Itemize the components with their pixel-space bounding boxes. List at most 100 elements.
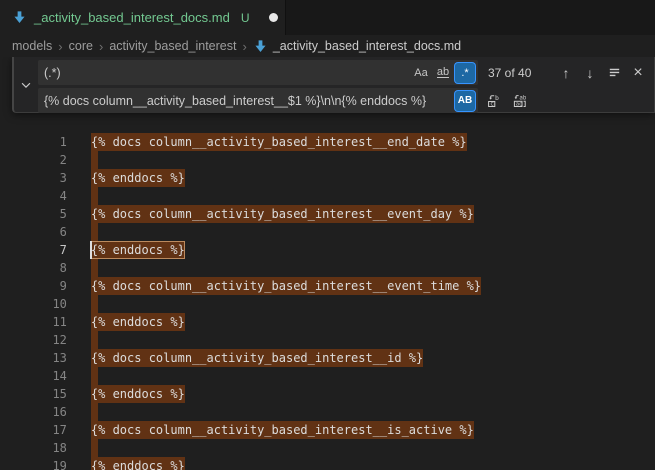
markdown-icon: [253, 39, 268, 54]
line-number: 1: [29, 133, 67, 151]
line-number: 16: [29, 403, 67, 421]
find-match-highlight: [91, 331, 98, 349]
code-text: [91, 223, 98, 241]
breadcrumb: models › core › activity_based_interest …: [0, 35, 655, 57]
code-line[interactable]: 1{% docs column__activity_based_interest…: [0, 115, 655, 133]
find-match-highlight: {% docs column__activity_based_interest_…: [91, 205, 474, 223]
breadcrumb-item-core[interactable]: core: [69, 39, 93, 53]
find-match-highlight: [91, 367, 98, 385]
line-number: 9: [29, 277, 67, 295]
code-text: {% docs column__activity_based_interest_…: [91, 277, 481, 295]
find-match-highlight: {% docs column__activity_based_interest_…: [91, 133, 467, 151]
code-line[interactable]: 15{% enddocs %}: [0, 367, 655, 385]
find-match-highlight: {% docs column__activity_based_interest_…: [91, 277, 481, 295]
find-match-highlight: [91, 223, 98, 241]
find-match-highlight: {% enddocs %}: [91, 241, 185, 259]
code-text: [91, 403, 98, 421]
find-match-highlight: [91, 295, 98, 313]
line-number: 6: [29, 223, 67, 241]
code-text: [91, 151, 98, 169]
breadcrumb-separator-icon: ›: [98, 39, 104, 54]
code-text: [91, 295, 98, 313]
code-text: {% docs column__activity_based_interest_…: [91, 133, 467, 151]
code-text: {% enddocs %}: [91, 313, 185, 331]
modified-dot-icon[interactable]: [269, 13, 278, 22]
line-number: 12: [29, 331, 67, 349]
breadcrumb-item-file[interactable]: _activity_based_interest_docs.md: [253, 39, 461, 54]
match-case-toggle[interactable]: Aa: [411, 63, 431, 83]
git-status-badge: U: [241, 11, 250, 25]
next-match-button[interactable]: ↓: [580, 63, 600, 83]
line-number: 2: [29, 151, 67, 169]
svg-text:c: c: [490, 100, 494, 107]
find-match-highlight: {% docs column__activity_based_interest_…: [91, 421, 474, 439]
line-number: 13: [29, 349, 67, 367]
replace-icon: b c: [486, 93, 502, 109]
line-number: 15: [29, 385, 67, 403]
breadcrumb-separator-icon: ›: [57, 39, 63, 54]
code-line[interactable]: 11{% enddocs %}: [0, 295, 655, 313]
breadcrumb-item-models[interactable]: models: [12, 39, 52, 53]
svg-text:ac: ac: [516, 101, 523, 107]
line-number: 11: [29, 313, 67, 331]
tab-title: _activity_based_interest_docs.md: [34, 10, 230, 25]
find-match-highlight: [91, 151, 98, 169]
editor-pane[interactable]: Aa ab .* 37 of 40 ↑ ↓: [0, 57, 655, 470]
code-line[interactable]: 3{% enddocs %}: [0, 151, 655, 169]
code-text: [91, 259, 98, 277]
breadcrumb-separator-icon: ›: [241, 39, 247, 54]
find-match-highlight: {% enddocs %}: [91, 169, 185, 187]
code-line[interactable]: 9{% docs column__activity_based_interest…: [0, 259, 655, 277]
code-line[interactable]: 7{% enddocs %}: [0, 223, 655, 241]
code-text: {% docs column__activity_based_interest_…: [91, 349, 423, 367]
match-count: 37 of 40: [488, 66, 531, 80]
find-match-highlight: {% docs column__activity_based_interest_…: [91, 349, 423, 367]
find-match-highlight: [91, 187, 98, 205]
close-find-widget-button[interactable]: ×: [628, 63, 648, 83]
code-line[interactable]: 17{% docs column__activity_based_interes…: [0, 403, 655, 421]
replace-input[interactable]: [38, 88, 478, 113]
tab-bar: _activity_based_interest_docs.md U: [0, 0, 655, 35]
code-text: {% docs column__activity_based_interest_…: [91, 205, 474, 223]
code-text: {% enddocs %}: [91, 169, 185, 187]
code-text: {% docs column__activity_based_interest_…: [91, 421, 474, 439]
code-text: {% enddocs %}: [91, 385, 185, 403]
toggle-replace-chevron-icon[interactable]: [17, 76, 35, 94]
replace-all-button[interactable]: ab ac: [510, 91, 530, 111]
code-line[interactable]: 5{% docs column__activity_based_interest…: [0, 187, 655, 205]
previous-match-button[interactable]: ↑: [556, 63, 576, 83]
line-number: 7: [29, 241, 67, 259]
find-match-highlight: {% enddocs %}: [91, 457, 185, 470]
selection-icon: [607, 65, 622, 80]
line-number: 10: [29, 295, 67, 313]
find-match-highlight: {% enddocs %}: [91, 385, 185, 403]
breadcrumb-file-label: _activity_based_interest_docs.md: [273, 39, 461, 53]
replace-button[interactable]: b c: [484, 91, 504, 111]
preserve-case-toggle[interactable]: AB: [455, 91, 475, 111]
line-number: 18: [29, 439, 67, 457]
line-number: 8: [29, 259, 67, 277]
text-cursor: [90, 241, 92, 259]
line-number: 14: [29, 367, 67, 385]
code-text: [91, 331, 98, 349]
find-match-highlight: [91, 439, 98, 457]
code-text: [91, 439, 98, 457]
code-text: {% enddocs %}: [91, 241, 185, 259]
find-in-selection-button[interactable]: [604, 63, 624, 83]
code-text: [91, 367, 98, 385]
code-text: {% enddocs %}: [91, 457, 185, 470]
find-match-highlight: [91, 403, 98, 421]
line-number: 3: [29, 169, 67, 187]
regex-toggle[interactable]: .*: [455, 63, 475, 83]
whole-word-toggle[interactable]: ab: [433, 63, 453, 83]
line-number: 5: [29, 205, 67, 223]
breadcrumb-item-activity-based-interest[interactable]: activity_based_interest: [109, 39, 236, 53]
line-number: 4: [29, 187, 67, 205]
code-lines: 1 {% docs column__activity_based_interest…: [0, 57, 655, 470]
line-number: 19: [29, 457, 67, 470]
markdown-icon: [12, 10, 27, 25]
code-line[interactable]: 13{% docs column__activity_based_interes…: [0, 331, 655, 349]
whole-word-label: ab: [437, 67, 449, 78]
code-line[interactable]: 19{% enddocs %}: [0, 439, 655, 457]
tab-activity-docs[interactable]: _activity_based_interest_docs.md U: [0, 0, 286, 35]
